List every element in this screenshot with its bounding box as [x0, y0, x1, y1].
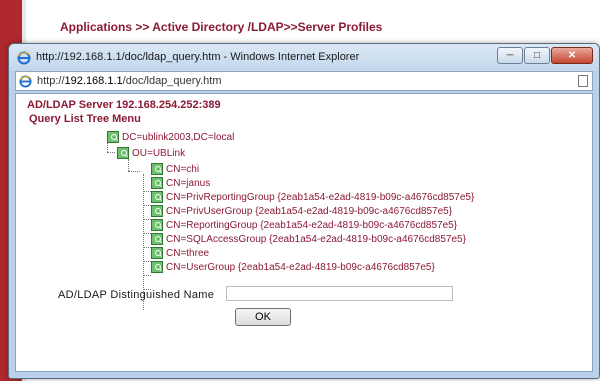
search-node-icon [117, 147, 129, 159]
tree-node-label: OU=UBLink [132, 147, 186, 159]
tree-node-cn[interactable]: CN=janus [151, 176, 210, 190]
tree-node-label: CN=PrivReportingGroup {2eab1a54-e2ad-481… [166, 191, 475, 203]
search-node-icon [151, 233, 163, 245]
window-titlebar[interactable]: http://192.168.1.1/doc/ldap_query.htm - … [9, 44, 599, 71]
tree-node-cn[interactable]: CN=ReportingGroup {2eab1a54-e2ad-4819-b0… [151, 218, 457, 232]
window-title: http://192.168.1.1/doc/ldap_query.htm - … [36, 51, 360, 63]
address-path: /doc/ldap_query.htm [122, 75, 222, 87]
tree-node-label: CN=three [166, 247, 210, 259]
tree-connector [143, 219, 151, 220]
ok-button[interactable]: OK [235, 308, 291, 326]
popup-content: AD/LDAP Server 192.168.254.252:389 Query… [15, 93, 593, 372]
tree-connector [143, 247, 151, 248]
tree-node-label: CN=UserGroup {2eab1a54-e2ad-4819-b09c-a4… [166, 261, 435, 273]
tree-node-label: CN=chi [166, 163, 200, 175]
tree-connector [143, 191, 151, 192]
tree-menu-title: Query List Tree Menu [29, 113, 141, 125]
close-button[interactable]: ✕ [551, 47, 593, 64]
tree-connector [143, 233, 151, 234]
address-host: 192.168.1.1 [64, 75, 123, 87]
tree-connector [143, 261, 151, 262]
tree-node-cn[interactable]: CN=PrivUserGroup {2eab1a54-e2ad-4819-b09… [151, 204, 452, 218]
internet-explorer-icon [19, 75, 32, 88]
tree-node-ou[interactable]: OU=UBLink [117, 146, 185, 160]
search-node-icon [151, 261, 163, 273]
page-icon [578, 75, 588, 87]
search-node-icon [151, 219, 163, 231]
window-controls: ─ □ ✕ [496, 47, 593, 65]
search-node-icon [151, 205, 163, 217]
tree-node-cn[interactable]: CN=UserGroup {2eab1a54-e2ad-4819-b09c-a4… [151, 260, 435, 274]
tree-node-cn[interactable]: CN=PrivReportingGroup {2eab1a54-e2ad-481… [151, 190, 474, 204]
address-url: http://192.168.1.1/doc/ldap_query.htm [37, 75, 222, 87]
tree-connector [143, 275, 151, 276]
tree-node-cn[interactable]: CN=chi [151, 162, 199, 176]
tree-connector [107, 152, 115, 153]
tree-node-label: CN=janus [166, 177, 211, 189]
search-node-icon [151, 191, 163, 203]
tree-node-cn[interactable]: CN=three [151, 246, 209, 260]
page-breadcrumb: Applications >> Active Directory /LDAP>>… [60, 20, 383, 34]
tree-node-label: CN=PrivUserGroup {2eab1a54-e2ad-4819-b09… [166, 205, 453, 217]
address-prefix: http:// [37, 75, 65, 87]
distinguished-name-label: AD/LDAP Distinguished Name [58, 289, 215, 301]
internet-explorer-icon [17, 51, 31, 65]
tree-node-label: CN=SQLAccessGroup {2eab1a54-e2ad-4819-b0… [166, 233, 466, 245]
search-node-icon [151, 163, 163, 175]
minimize-button[interactable]: ─ [497, 47, 523, 64]
distinguished-name-input[interactable] [226, 286, 453, 301]
tree-node-label: CN=ReportingGroup {2eab1a54-e2ad-4819-b0… [166, 219, 458, 231]
tree-node-cn[interactable]: CN=SQLAccessGroup {2eab1a54-e2ad-4819-b0… [151, 232, 466, 246]
tree-connector [143, 205, 151, 206]
tree-connector [128, 159, 129, 171]
tree-node-label: DC=ublink2003,DC=local [122, 131, 235, 143]
ie-popup-window: http://192.168.1.1/doc/ldap_query.htm - … [8, 43, 600, 379]
maximize-button[interactable]: □ [524, 47, 550, 64]
address-bar[interactable]: http://192.168.1.1/doc/ldap_query.htm [15, 71, 593, 91]
tree-node-root[interactable]: DC=ublink2003,DC=local [107, 130, 234, 144]
search-node-icon [151, 177, 163, 189]
search-node-icon [107, 131, 119, 143]
tree-connector [128, 171, 140, 172]
server-title: AD/LDAP Server 192.168.254.252:389 [27, 99, 221, 111]
search-node-icon [151, 247, 163, 259]
